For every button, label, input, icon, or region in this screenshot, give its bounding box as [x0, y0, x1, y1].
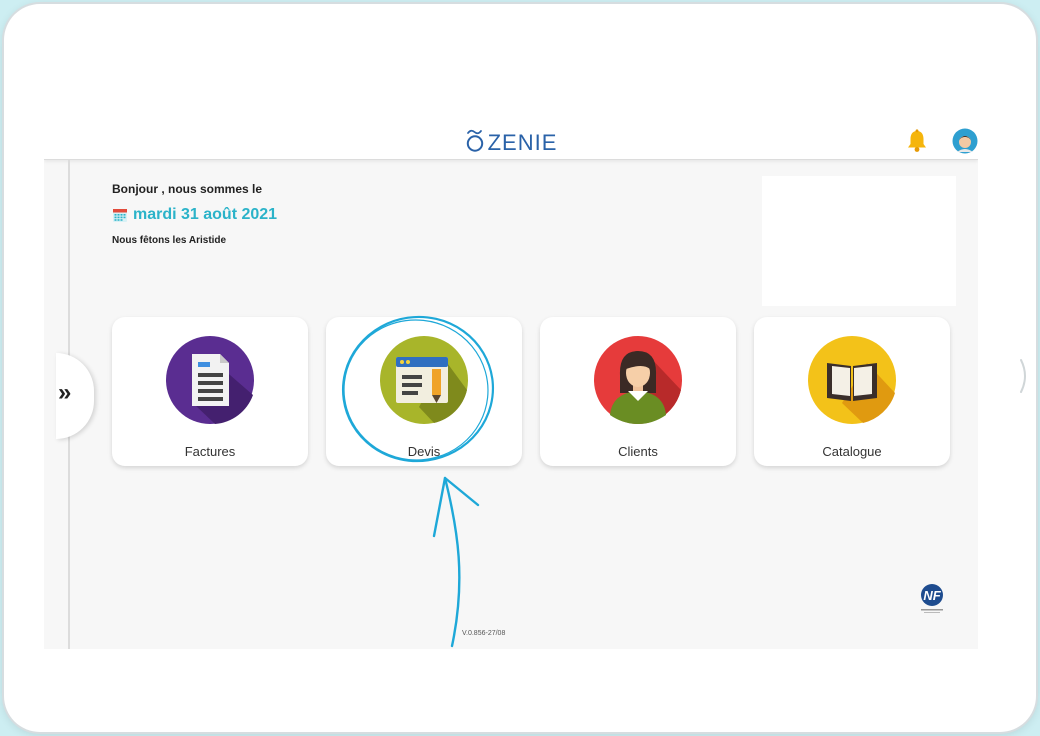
invoice-document-icon: [166, 336, 254, 424]
double-chevron-right-icon: »: [58, 379, 72, 406]
open-book-icon: [808, 336, 896, 424]
greeting-text: Bonjour , nous sommes le: [112, 182, 263, 196]
current-date: mardi 31 août 2021: [112, 206, 277, 224]
version-label: V.0.856-27/08: [462, 630, 506, 637]
app-name: ZENIE: [487, 130, 558, 155]
bell-icon[interactable]: [906, 129, 928, 153]
calendar-icon: [113, 209, 127, 222]
tile-label: Catalogue: [822, 444, 882, 459]
svg-text:NF: NF: [923, 588, 941, 603]
nf-certification-logo: NF: [921, 584, 943, 613]
tile-label: Devis: [407, 444, 441, 459]
tile-devis[interactable]: Devis: [326, 317, 522, 466]
side-button-hint: [1020, 359, 1026, 393]
tile-clients[interactable]: Clients: [540, 317, 736, 466]
quote-edit-icon: [380, 336, 468, 424]
tile-label: Factures: [184, 444, 236, 459]
top-bar: ZENIE: [44, 121, 978, 160]
date-label: mardi 31 août 2021: [133, 206, 278, 223]
app-logo[interactable]: ZENIE: [44, 121, 978, 159]
client-person-icon: [594, 336, 682, 424]
promo-panel: [762, 176, 956, 306]
app-screen: ZENIE Bonjour , nous sommes le mardi 31 …: [44, 121, 978, 649]
logo-o-mark-icon: [466, 129, 483, 152]
tile-factures[interactable]: Factures: [112, 317, 308, 466]
feast-day-text: Nous fêtons les Aristide: [112, 235, 227, 246]
user-avatar-icon[interactable]: [952, 128, 978, 154]
tile-catalogue[interactable]: Catalogue: [754, 317, 950, 466]
tablet-frame: ZENIE Bonjour , nous sommes le mardi 31 …: [4, 4, 1036, 732]
tile-label: Clients: [618, 444, 658, 459]
